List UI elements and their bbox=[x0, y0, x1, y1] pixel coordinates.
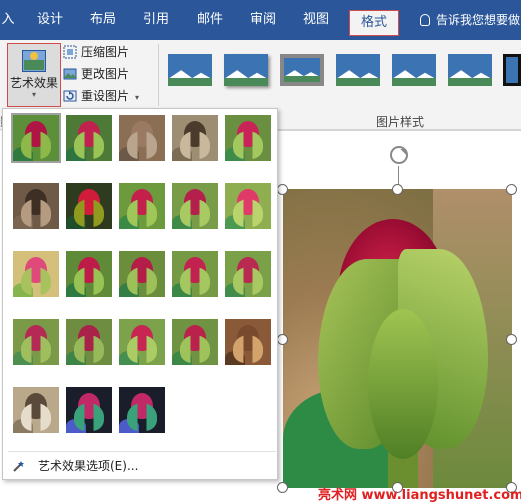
artistic-effect-thumbnail[interactable] bbox=[119, 387, 165, 433]
artistic-effect-thumbnail[interactable] bbox=[172, 183, 218, 229]
chevron-down-icon: ▾ bbox=[31, 90, 36, 99]
artistic-effect-thumbnail[interactable] bbox=[172, 251, 218, 297]
picture-style-5[interactable] bbox=[392, 54, 436, 86]
picture-style-2[interactable] bbox=[224, 54, 268, 86]
rotate-connector bbox=[398, 166, 399, 184]
tab-view[interactable]: 视图 bbox=[296, 0, 336, 40]
chevron-down-icon[interactable]: ▾ bbox=[135, 93, 139, 102]
ribbon-divider bbox=[158, 44, 159, 106]
rosebud-picture[interactable] bbox=[283, 189, 512, 488]
artistic-effects-options-item[interactable]: 艺术效果选项(E)... bbox=[12, 456, 138, 476]
artistic-effects-icon bbox=[20, 48, 48, 74]
artistic-effect-thumbnail[interactable] bbox=[225, 115, 271, 161]
compress-pictures-button[interactable]: 压缩图片 bbox=[63, 42, 129, 62]
site-watermark: 亮术网 www.liangshunet.com bbox=[318, 488, 521, 503]
artistic-effect-thumbnail[interactable] bbox=[119, 183, 165, 229]
artistic-effects-label: 艺术效果 bbox=[9, 76, 58, 90]
reset-picture-icon bbox=[63, 89, 77, 103]
resize-handle-top-left[interactable] bbox=[277, 184, 288, 195]
change-picture-label: 更改图片 bbox=[81, 67, 130, 81]
resize-handle-right[interactable] bbox=[506, 334, 517, 345]
artistic-effect-thumbnail[interactable] bbox=[11, 113, 61, 163]
artistic-effect-thumbnail[interactable] bbox=[13, 251, 59, 297]
artistic-effects-gallery bbox=[2, 108, 278, 480]
tab-mailings[interactable]: 邮件 bbox=[190, 0, 230, 40]
artistic-effect-thumbnail[interactable] bbox=[13, 387, 59, 433]
tab-design[interactable]: 设计 bbox=[30, 0, 70, 40]
picture-style-6[interactable] bbox=[448, 54, 492, 86]
compress-icon bbox=[63, 45, 77, 59]
tab-references[interactable]: 引用 bbox=[136, 0, 176, 40]
artistic-effects-button[interactable]: 艺术效果 ▾ bbox=[7, 43, 61, 107]
reset-picture-label: 重设图片 bbox=[81, 89, 130, 103]
resize-handle-top-right[interactable] bbox=[506, 184, 517, 195]
artistic-effect-thumbnail[interactable] bbox=[119, 319, 165, 365]
lightbulb-icon bbox=[420, 14, 430, 26]
tab-format[interactable]: 格式 bbox=[349, 10, 399, 36]
artistic-effect-thumbnail[interactable] bbox=[66, 251, 112, 297]
tab-review[interactable]: 审阅 bbox=[243, 0, 283, 40]
reset-picture-button[interactable]: 重设图片 ▾ bbox=[63, 86, 139, 106]
artistic-effect-thumbnail[interactable] bbox=[172, 115, 218, 161]
artistic-effect-thumbnail[interactable] bbox=[225, 251, 271, 297]
artistic-effect-thumbnail[interactable] bbox=[13, 183, 59, 229]
artistic-effect-thumbnail[interactable] bbox=[66, 387, 112, 433]
effects-options-label: 艺术效果选项(E)... bbox=[38, 459, 139, 473]
change-picture-icon bbox=[63, 67, 77, 81]
artistic-effect-thumbnail[interactable] bbox=[119, 251, 165, 297]
tab-layout[interactable]: 布局 bbox=[83, 0, 123, 40]
resize-handle-top[interactable] bbox=[392, 184, 403, 195]
gallery-divider bbox=[8, 451, 276, 452]
tell-me-text: 告诉我您想要做 bbox=[436, 13, 521, 27]
artistic-effect-thumbnail[interactable] bbox=[66, 319, 112, 365]
compress-label: 压缩图片 bbox=[81, 45, 130, 59]
artistic-effect-thumbnail[interactable] bbox=[13, 319, 59, 365]
resize-handle-left[interactable] bbox=[277, 334, 288, 345]
rotate-handle-icon[interactable] bbox=[390, 146, 408, 164]
artistic-effect-thumbnail[interactable] bbox=[225, 319, 271, 365]
picture-style-7[interactable] bbox=[503, 54, 521, 86]
picture-style-4[interactable] bbox=[336, 54, 380, 86]
artistic-effect-thumbnail[interactable] bbox=[172, 319, 218, 365]
artistic-effect-thumbnail[interactable] bbox=[119, 115, 165, 161]
effects-options-icon bbox=[12, 459, 28, 473]
ribbon-tab-bar: 入 设计 布局 引用 邮件 审阅 视图 格式 告诉我您想要做 bbox=[0, 0, 521, 40]
picture-style-3[interactable] bbox=[280, 54, 324, 86]
picture-style-1[interactable] bbox=[168, 54, 212, 86]
artistic-effect-thumbnail[interactable] bbox=[66, 115, 112, 161]
change-picture-button[interactable]: 更改图片 bbox=[63, 64, 129, 84]
tab-insert[interactable]: 入 bbox=[0, 0, 16, 40]
artistic-effect-thumbnail[interactable] bbox=[225, 183, 271, 229]
artistic-effect-thumbnail[interactable] bbox=[66, 183, 112, 229]
group-label-picture-styles: 图片样式 bbox=[376, 115, 425, 129]
resize-handle-bottom-left[interactable] bbox=[277, 482, 288, 493]
tell-me-box[interactable]: 告诉我您想要做 bbox=[420, 0, 520, 40]
